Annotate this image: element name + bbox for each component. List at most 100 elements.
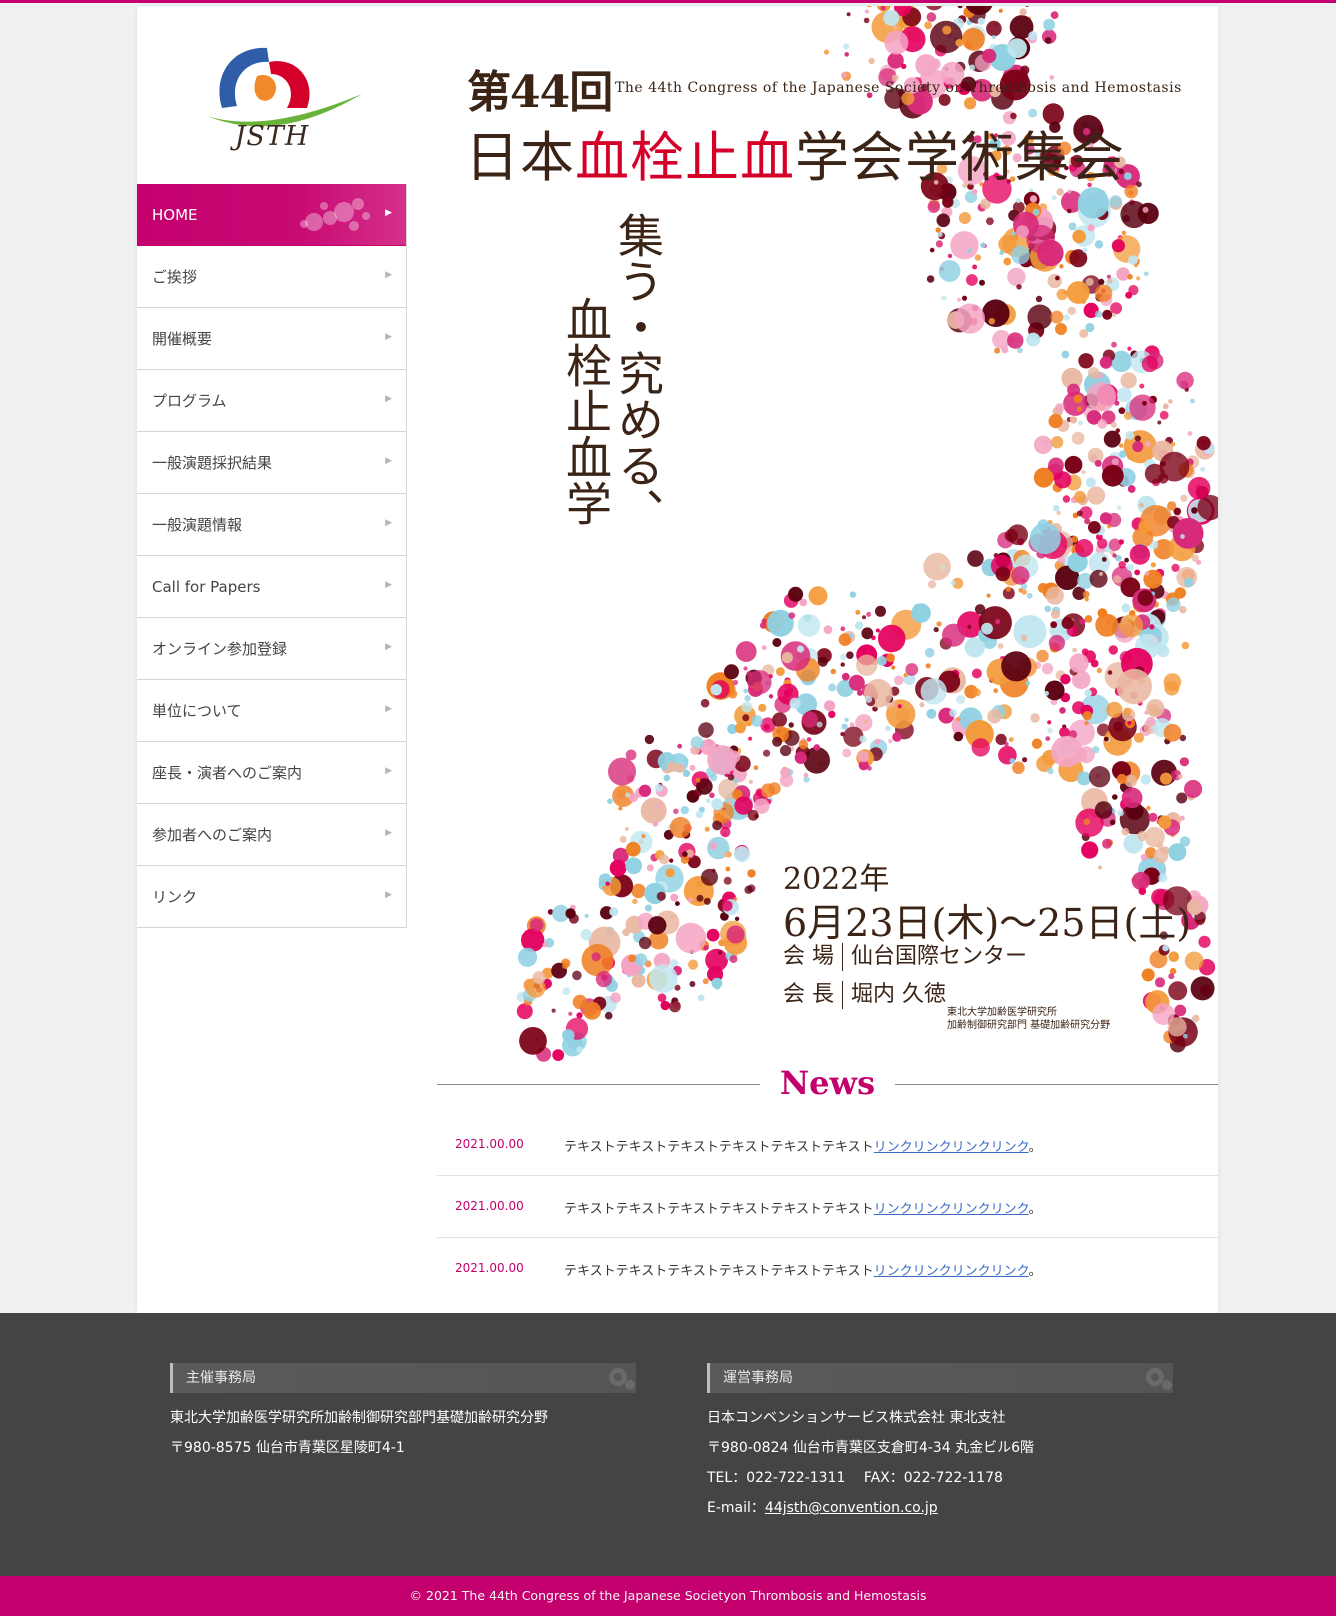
news-heading: News — [437, 1064, 1218, 1114]
news-body: テキストテキストテキストテキストテキストテキスト — [564, 1202, 874, 1217]
president-label: 会 長 — [783, 982, 834, 1007]
nav-item-label: プログラム — [152, 392, 227, 410]
news-text: テキストテキストテキストテキストテキストテキストリンクリンクリンクリンク。 — [564, 1198, 1042, 1217]
news-list: 2021.00.00 テキストテキストテキストテキストテキストテキストリンクリンク… — [437, 1114, 1218, 1300]
logo-text: JSTH — [234, 121, 310, 152]
news-date: 2021.00.00 — [455, 1261, 524, 1275]
nav-item-7[interactable]: オンライン参加登録 ▶ — [137, 618, 406, 680]
hero-banner: 第44回 The 44th Congress of the Japanese S… — [437, 6, 1218, 1091]
nav-item-label: 一般演題採択結果 — [152, 454, 273, 472]
operator-line-1: 日本コンベンションサービス株式会社 東北支社 — [707, 1410, 1006, 1426]
nav-item-0[interactable]: HOME ▶ — [137, 184, 406, 246]
nav-bubble-decoration — [300, 198, 370, 231]
news-date: 2021.00.00 — [455, 1199, 524, 1213]
arrow-right-icon: ▶ — [385, 580, 392, 590]
arrow-right-icon: ▶ — [385, 332, 392, 342]
arrow-right-icon: ▶ — [385, 208, 392, 218]
arrow-right-icon: ▶ — [385, 394, 392, 404]
english-title: The 44th Congress of the Japanese Societ… — [615, 80, 1182, 96]
arrow-right-icon: ▶ — [385, 890, 392, 900]
nav-item-label: 一般演題情報 — [152, 516, 243, 534]
news-link[interactable]: リンクリンクリンクリンク — [874, 1140, 1029, 1155]
nav-item-label: オンライン参加登録 — [152, 640, 288, 658]
nav-item-label: 単位について — [152, 702, 242, 720]
news-body: テキストテキストテキストテキストテキストテキスト — [564, 1264, 874, 1279]
president-row: 会 長堀内 久徳 — [783, 976, 946, 1009]
title-part-1: 日本 — [465, 126, 575, 189]
arrow-right-icon: ▶ — [385, 766, 392, 776]
congress-title: 日本血栓止血学会学術集会 — [465, 113, 1125, 192]
email-link[interactable]: 44jsth@convention.co.jp — [765, 1500, 938, 1516]
catchphrase-line-2: 血栓止血学 — [559, 296, 613, 526]
nav-item-label: HOME — [152, 205, 198, 224]
edition-label: 第44回 — [467, 67, 613, 118]
news-end: 。 — [1028, 1264, 1042, 1279]
venue-label: 会 場 — [783, 944, 834, 969]
operator-email-row: E-mail：44jsth@convention.co.jp — [707, 1499, 1173, 1517]
news-body: テキストテキストテキストテキストテキストテキスト — [564, 1140, 874, 1155]
operator-phone: TEL：022-722-1311 FAX：022-722-1178 — [707, 1470, 1003, 1486]
top-accent-line — [0, 0, 1336, 3]
organizer-line-1: 東北大学加齢医学研究所加齢制御研究部門基礎加齢研究分野 — [170, 1410, 548, 1426]
nav-item-label: Call for Papers — [152, 577, 261, 596]
gear-icon — [609, 1368, 635, 1390]
nav-item-label: ご挨拶 — [152, 268, 198, 286]
arrow-right-icon: ▶ — [385, 270, 392, 280]
news-text: テキストテキストテキストテキストテキストテキストリンクリンクリンクリンク。 — [564, 1260, 1042, 1279]
news-title: News — [779, 1064, 876, 1102]
operator-address: 〒980-0824 仙台市青葉区支倉町4-34 丸金ビル6階 — [707, 1440, 1034, 1456]
nav-item-5[interactable]: 一般演題情報 ▶ — [137, 494, 406, 556]
news-text: テキストテキストテキストテキストテキストテキストリンクリンクリンクリンク。 — [564, 1136, 1042, 1155]
catchphrase-line-1: 集う・究める、 — [611, 212, 665, 534]
operator-heading: 運営事務局 — [707, 1363, 1173, 1393]
organizer-heading-label: 主催事務局 — [186, 1370, 256, 1386]
page-container: JSTH HOME ▶ ご挨拶 ▶ 開催概要 ▶ プログラム ▶ 一般演題採択結果 ▶ 一般演題情報… — [137, 6, 1218, 1313]
president-affiliation: 東北大学加齢医学研究所加齢制御研究部門 基礎加齢研究分野 — [947, 1006, 1110, 1032]
news-item: 2021.00.00 テキストテキストテキストテキストテキストテキストリンクリンク… — [437, 1114, 1218, 1176]
arrow-right-icon: ▶ — [385, 704, 392, 714]
nav-item-11[interactable]: リンク ▶ — [137, 866, 406, 928]
title-part-red: 血栓止血 — [575, 126, 795, 189]
operator-office: 運営事務局 日本コンベンションサービス株式会社 東北支社 〒980-0824 仙… — [707, 1363, 1173, 1517]
main-nav: HOME ▶ ご挨拶 ▶ 開催概要 ▶ プログラム ▶ 一般演題採択結果 ▶ 一般演題情報 ▶ Call… — [137, 184, 407, 928]
organizer-heading: 主催事務局 — [170, 1363, 636, 1393]
email-label: E-mail： — [707, 1500, 765, 1516]
president-name: 堀内 久徳 — [851, 982, 946, 1007]
arrow-right-icon: ▶ — [385, 828, 392, 838]
operator-heading-label: 運営事務局 — [723, 1370, 793, 1386]
organizer-address: 〒980-8575 仙台市青葉区星陵町4-1 — [170, 1440, 405, 1456]
arrow-right-icon: ▶ — [385, 642, 392, 652]
venue-name: 仙台国際センター — [851, 944, 1028, 969]
nav-item-2[interactable]: 開催概要 ▶ — [137, 308, 406, 370]
nav-item-4[interactable]: 一般演題採択結果 ▶ — [137, 432, 406, 494]
news-link[interactable]: リンクリンクリンクリンク — [874, 1264, 1029, 1279]
gear-icon — [1146, 1368, 1172, 1390]
affiliation-line-1: 東北大学加齢医学研究所 — [947, 1007, 1057, 1018]
news-end: 。 — [1028, 1202, 1042, 1217]
nav-item-9[interactable]: 座長・演者へのご案内 ▶ — [137, 742, 406, 804]
arrow-right-icon: ▶ — [385, 518, 392, 528]
copyright-bar: © 2021 The 44th Congress of the Japanese… — [0, 1576, 1336, 1616]
affiliation-line-2: 加齢制御研究部門 基礎加齢研究分野 — [947, 1020, 1111, 1031]
news-date: 2021.00.00 — [455, 1137, 524, 1151]
nav-item-label: 座長・演者へのご案内 — [152, 764, 303, 782]
nav-item-1[interactable]: ご挨拶 ▶ — [137, 246, 406, 308]
news-link[interactable]: リンクリンクリンクリンク — [874, 1202, 1029, 1217]
nav-item-10[interactable]: 参加者へのご案内 ▶ — [137, 804, 406, 866]
news-section: News 2021.00.00 テキストテキストテキストテキストテキストテキストリ… — [437, 1064, 1218, 1300]
venue-row: 会 場仙台国際センター — [783, 938, 1027, 971]
organizer-office: 主催事務局 東北大学加齢医学研究所加齢制御研究部門基礎加齢研究分野 〒980-8… — [170, 1363, 636, 1457]
title-part-2: 学会学術集会 — [795, 126, 1125, 189]
news-item: 2021.00.00 テキストテキストテキストテキストテキストテキストリンクリンク… — [437, 1176, 1218, 1238]
nav-item-label: 参加者へのご案内 — [152, 826, 273, 844]
nav-item-3[interactable]: プログラム ▶ — [137, 370, 406, 432]
arrow-right-icon: ▶ — [385, 456, 392, 466]
nav-item-8[interactable]: 単位について ▶ — [137, 680, 406, 742]
nav-item-6[interactable]: Call for Papers ▶ — [137, 556, 406, 618]
nav-item-label: リンク — [152, 888, 198, 906]
footer: 主催事務局 東北大学加齢医学研究所加齢制御研究部門基礎加齢研究分野 〒980-8… — [0, 1313, 1336, 1576]
news-end: 。 — [1028, 1140, 1042, 1155]
news-item: 2021.00.00 テキストテキストテキストテキストテキストテキストリンクリンク… — [437, 1238, 1218, 1300]
nav-item-label: 開催概要 — [152, 330, 213, 348]
site-logo[interactable]: JSTH — [137, 6, 407, 184]
